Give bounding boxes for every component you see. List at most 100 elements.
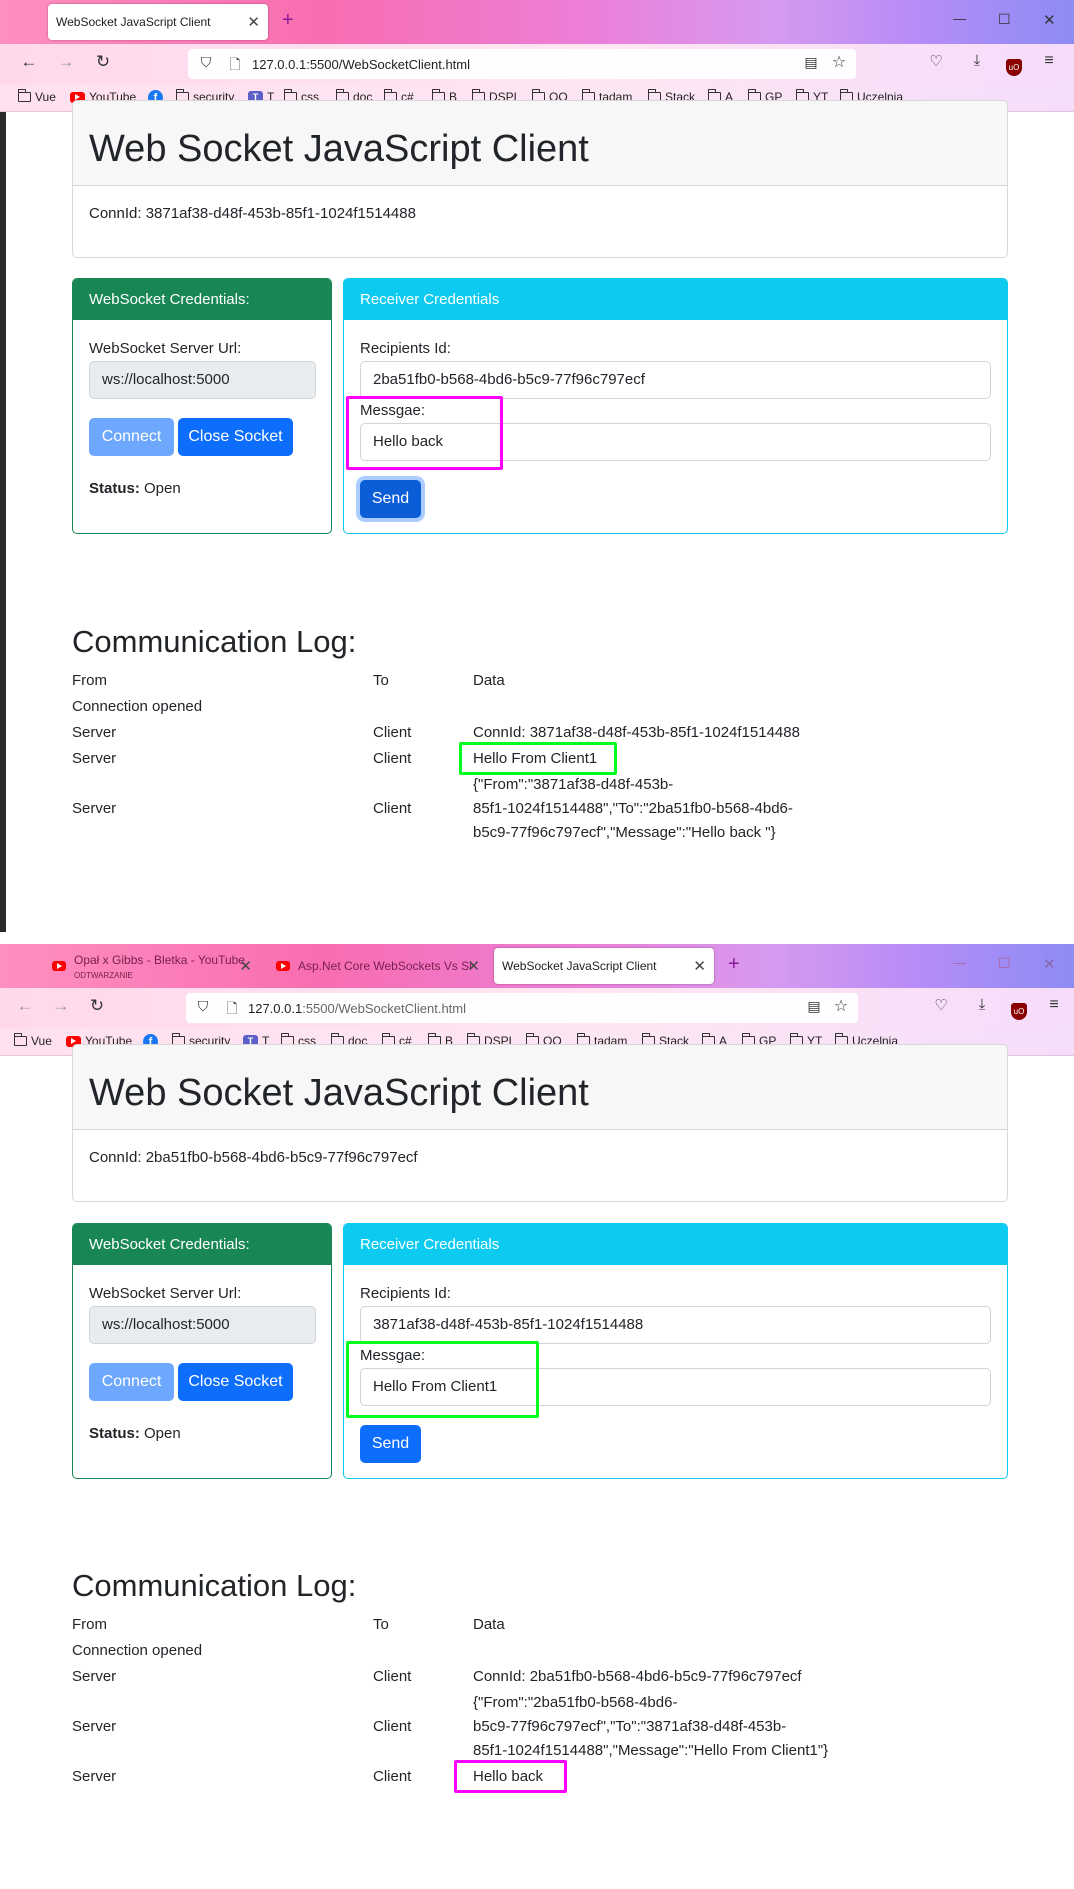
page-title: Web Socket JavaScript Client (73, 101, 1007, 186)
send-button[interactable]: Send (360, 1425, 421, 1463)
close-icon[interactable]: ✕ (467, 957, 480, 975)
window-close-icon[interactable]: ✕ (1043, 11, 1056, 29)
tab-bar: WebSocket JavaScript Client ✕ + — ☐ ✕ (0, 0, 1074, 44)
reader-view-icon[interactable]: ▤ (803, 998, 825, 1015)
status-line: Status: Open (89, 480, 181, 497)
ublock-icon[interactable]: uO (1008, 999, 1030, 1020)
navigation-bar: ← → ↻ ⛉ 🗋 127.0.0.1:5500/WebSocketClient… (0, 988, 1074, 1028)
maximize-icon[interactable]: ☐ (998, 955, 1011, 972)
log-row-from: Server (72, 724, 117, 741)
forward-icon[interactable]: → (50, 996, 72, 1016)
log-row-from: Connection opened (72, 698, 203, 715)
minimize-icon[interactable]: — (953, 11, 966, 26)
status-line: Status: Open (89, 1425, 181, 1442)
connect-button[interactable]: Connect (89, 418, 174, 456)
log-title: Communication Log: (72, 1568, 357, 1603)
back-icon[interactable]: ← (18, 52, 40, 72)
forward-icon[interactable]: → (55, 52, 77, 72)
youtube-icon (52, 961, 66, 971)
panel-header: WebSocket Credentials: (73, 1224, 331, 1265)
panel-header: Receiver Credentials (344, 279, 1007, 320)
close-icon[interactable]: ✕ (693, 957, 706, 975)
close-icon[interactable]: ✕ (239, 957, 252, 975)
browser-window-2: Opał x Gibbs - Bletka - YouTube ODTWARZA… (0, 944, 1074, 1889)
page-icon: 🗋 (229, 56, 241, 72)
url-text[interactable]: 127.0.0.1:5500/WebSocketClient.html (252, 57, 470, 72)
menu-icon[interactable]: ≡ (1038, 52, 1060, 70)
left-edge (0, 112, 6, 932)
page-title: Web Socket JavaScript Client (73, 1045, 1007, 1130)
window-close-icon[interactable]: ✕ (1043, 955, 1056, 973)
bookmark-vue[interactable]: Vue (18, 89, 56, 104)
log-header-to: To (373, 1616, 389, 1633)
reload-icon[interactable]: ↻ (92, 52, 114, 72)
url-text[interactable]: 127.0.0.1:5500/WebSocketClient.html (248, 1001, 466, 1016)
log-row-data-line: {"From":"3871af38-d48f-453b- (473, 776, 674, 793)
tab-aspnet-websockets[interactable]: Asp.Net Core WebSockets Vs Si ✕ (268, 948, 488, 984)
recipients-id-input[interactable]: 2ba51fb0-b568-4bd6-b5c9-77f96c797ecf (360, 361, 991, 399)
maximize-icon[interactable]: ☐ (998, 11, 1011, 28)
log-row-from: Connection opened (72, 1642, 203, 1659)
log-row-from: Server (72, 800, 117, 817)
status-label: Status: (89, 480, 140, 497)
folder-icon (14, 1033, 27, 1046)
shield-icon[interactable]: ⛉ (195, 54, 217, 71)
tab-youtube-music[interactable]: Opał x Gibbs - Bletka - YouTube ODTWARZA… (44, 948, 260, 984)
ublock-icon[interactable]: uO (1003, 55, 1025, 76)
highlight-box-log (459, 742, 617, 775)
pocket-icon[interactable]: ♡ (925, 52, 947, 70)
reader-view-icon[interactable]: ▤ (800, 54, 822, 71)
menu-icon[interactable]: ≡ (1043, 996, 1065, 1014)
pocket-icon[interactable]: ♡ (930, 996, 952, 1014)
close-socket-button[interactable]: Close Socket (178, 418, 293, 456)
log-header-data: Data (473, 1616, 505, 1633)
tab-websocket-client[interactable]: WebSocket JavaScript Client ✕ (48, 4, 268, 40)
server-url-label: WebSocket Server Url: (89, 1285, 242, 1302)
log-row-from: Server (72, 1718, 117, 1735)
send-button[interactable]: Send (360, 480, 421, 518)
tab-label: WebSocket JavaScript Client (56, 15, 211, 29)
bookmark-label: Vue (35, 90, 56, 104)
bookmark-star-icon[interactable]: ☆ (830, 996, 852, 1016)
close-icon[interactable]: ✕ (247, 13, 260, 31)
tab-label: Opał x Gibbs - Bletka - YouTube (74, 953, 245, 967)
highlight-box-message (346, 1341, 539, 1418)
log-row-to: Client (373, 724, 412, 741)
log-header-from: From (72, 672, 107, 689)
header-card: Web Socket JavaScript Client ConnId: 2ba… (72, 1044, 1008, 1202)
log-title: Communication Log: (72, 624, 357, 659)
back-icon[interactable]: ← (14, 996, 36, 1016)
bookmark-vue[interactable]: Vue (14, 1033, 52, 1048)
log-header-from: From (72, 1616, 107, 1633)
log-row-to: Client (373, 750, 412, 767)
new-tab-icon[interactable]: + (728, 953, 740, 976)
new-tab-icon[interactable]: + (282, 9, 294, 32)
url-path: :5500/WebSocketClient.html (306, 57, 471, 72)
panel-header: WebSocket Credentials: (73, 279, 331, 320)
tab-websocket-client[interactable]: WebSocket JavaScript Client ✕ (494, 948, 714, 984)
server-url-label: WebSocket Server Url: (89, 340, 242, 357)
recipients-id-label: Recipients Id: (360, 340, 451, 357)
header-card: Web Socket JavaScript Client ConnId: 387… (72, 100, 1008, 258)
log-row-data-line: b5c9-77f96c797ecf","To":"3871af38-d48f-4… (473, 1718, 787, 1735)
log-row-to: Client (373, 1718, 412, 1735)
download-icon[interactable]: ⤓ (966, 52, 988, 69)
connect-button[interactable]: Connect (89, 1363, 174, 1401)
bookmark-star-icon[interactable]: ☆ (828, 52, 850, 72)
url-host: 127.0.0.1 (248, 1001, 303, 1016)
log-header-data: Data (473, 672, 505, 689)
shield-icon[interactable]: ⛉ (192, 998, 214, 1015)
reload-icon[interactable]: ↻ (86, 996, 108, 1016)
recipients-id-input[interactable]: 3871af38-d48f-453b-85f1-1024f1514488 (360, 1306, 991, 1344)
server-url-input[interactable]: ws://localhost:5000 (89, 1306, 316, 1344)
minimize-icon[interactable]: — (953, 955, 966, 970)
download-icon[interactable]: ⤓ (971, 996, 993, 1013)
log-header-to: To (373, 672, 389, 689)
panel-header: Receiver Credentials (344, 1224, 1007, 1265)
status-value: Open (144, 480, 181, 497)
close-socket-button[interactable]: Close Socket (178, 1363, 293, 1401)
navigation-bar: ← → ↻ ⛉ 🗋 127.0.0.1:5500/WebSocketClient… (0, 44, 1074, 84)
status-value: Open (144, 1425, 181, 1442)
server-url-input[interactable]: ws://localhost:5000 (89, 361, 316, 399)
log-row-from: Server (72, 1768, 117, 1785)
